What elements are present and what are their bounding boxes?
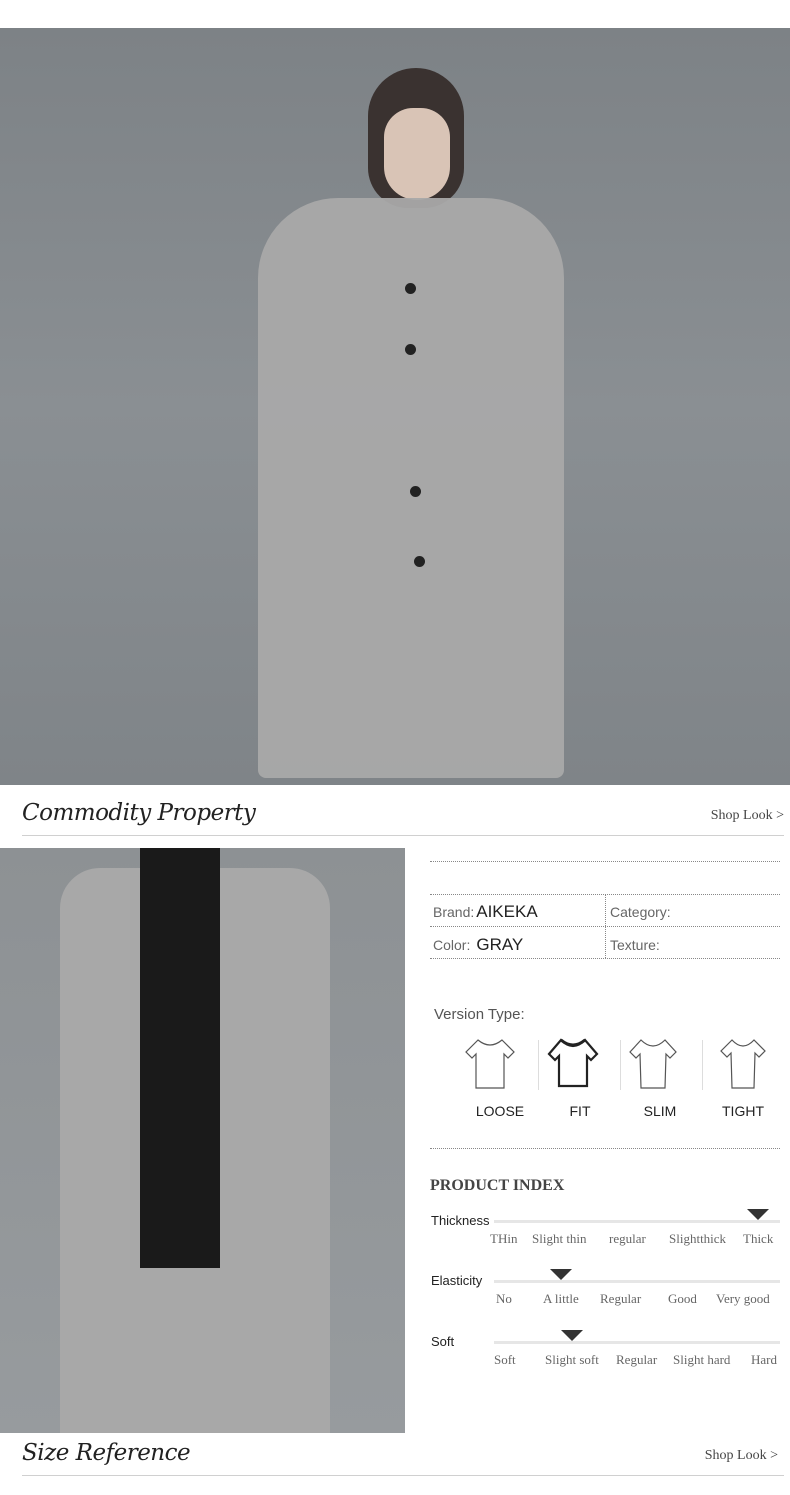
divider <box>430 861 780 862</box>
scale-option: THin <box>490 1231 518 1246</box>
version-option-slim: SLIM <box>643 1103 677 1119</box>
scale-bar <box>494 1220 780 1223</box>
scale-option: Thick <box>743 1231 774 1246</box>
version-option-loose: LOOSE <box>475 1103 525 1119</box>
section-title: Size Reference <box>22 1440 191 1466</box>
hero-product-photo <box>0 28 790 785</box>
texture-label: Texture: <box>610 937 660 953</box>
scale-marker <box>549 1269 572 1280</box>
coat-button <box>405 344 416 355</box>
scale-label-elasticity: Elasticity <box>431 1273 483 1288</box>
coat-button <box>414 556 425 567</box>
section-title: Commodity Property <box>22 800 256 826</box>
coat-button <box>405 283 416 294</box>
texture-property: Texture: <box>610 935 662 955</box>
scale-option: Regular <box>616 1352 658 1367</box>
detail-product-photo <box>0 848 405 1433</box>
version-type-label: Version Type: <box>434 1006 525 1023</box>
color-value: GRAY <box>476 935 524 954</box>
coat-button <box>410 486 421 497</box>
divider <box>430 1148 780 1149</box>
scale-label-thickness: Thickness <box>431 1213 490 1228</box>
scale-option: Good <box>668 1291 697 1306</box>
scale-marker <box>747 1209 770 1220</box>
product-index-title: PRODUCT INDEX <box>430 1177 565 1194</box>
scale-bar <box>494 1341 780 1344</box>
scale-marker <box>560 1330 583 1341</box>
tight-shirt-icon <box>720 1039 766 1089</box>
color-property: Color: GRAY <box>433 935 523 955</box>
divider <box>538 1040 539 1090</box>
divider <box>430 958 780 959</box>
shop-look-link[interactable]: Shop Look > <box>705 1448 778 1464</box>
brand-property: Brand: AIKEKA <box>433 902 538 922</box>
scale-option: Regular <box>600 1291 642 1306</box>
scale-option: Very good <box>716 1291 770 1306</box>
scale-option: Soft <box>494 1352 516 1367</box>
color-label: Color: <box>433 937 471 953</box>
divider <box>702 1040 703 1090</box>
shop-look-link[interactable]: Shop Look > <box>711 808 784 824</box>
divider <box>605 895 606 958</box>
scale-bar <box>494 1280 780 1283</box>
scale-option: No <box>496 1291 512 1306</box>
loose-shirt-icon <box>465 1039 515 1089</box>
fit-shirt-icon <box>547 1038 599 1088</box>
version-option-tight: TIGHT <box>722 1103 764 1119</box>
black-sweater <box>140 848 220 1268</box>
scale-option: Slightthick <box>669 1231 727 1246</box>
divider <box>620 1040 621 1090</box>
size-reference-header: Size Reference Shop Look > <box>22 1436 784 1476</box>
scale-option: Slight soft <box>545 1352 599 1367</box>
category-label: Category: <box>610 904 671 920</box>
slim-shirt-icon <box>629 1039 677 1089</box>
version-option-fit: FIT <box>569 1103 591 1119</box>
category-property: Category: <box>610 902 673 922</box>
scale-option: regular <box>609 1231 646 1246</box>
scale-label-soft: Soft <box>431 1334 455 1349</box>
brand-value: AIKEKA <box>476 902 538 921</box>
commodity-property-header: Commodity Property Shop Look > <box>22 796 784 836</box>
scale-option: Slight hard <box>673 1352 731 1367</box>
scale-option: Slight thin <box>532 1231 587 1246</box>
scale-option: A little <box>543 1291 579 1306</box>
scale-option: Hard <box>751 1352 777 1367</box>
brand-label: Brand: <box>433 904 475 920</box>
model-face <box>384 108 450 200</box>
